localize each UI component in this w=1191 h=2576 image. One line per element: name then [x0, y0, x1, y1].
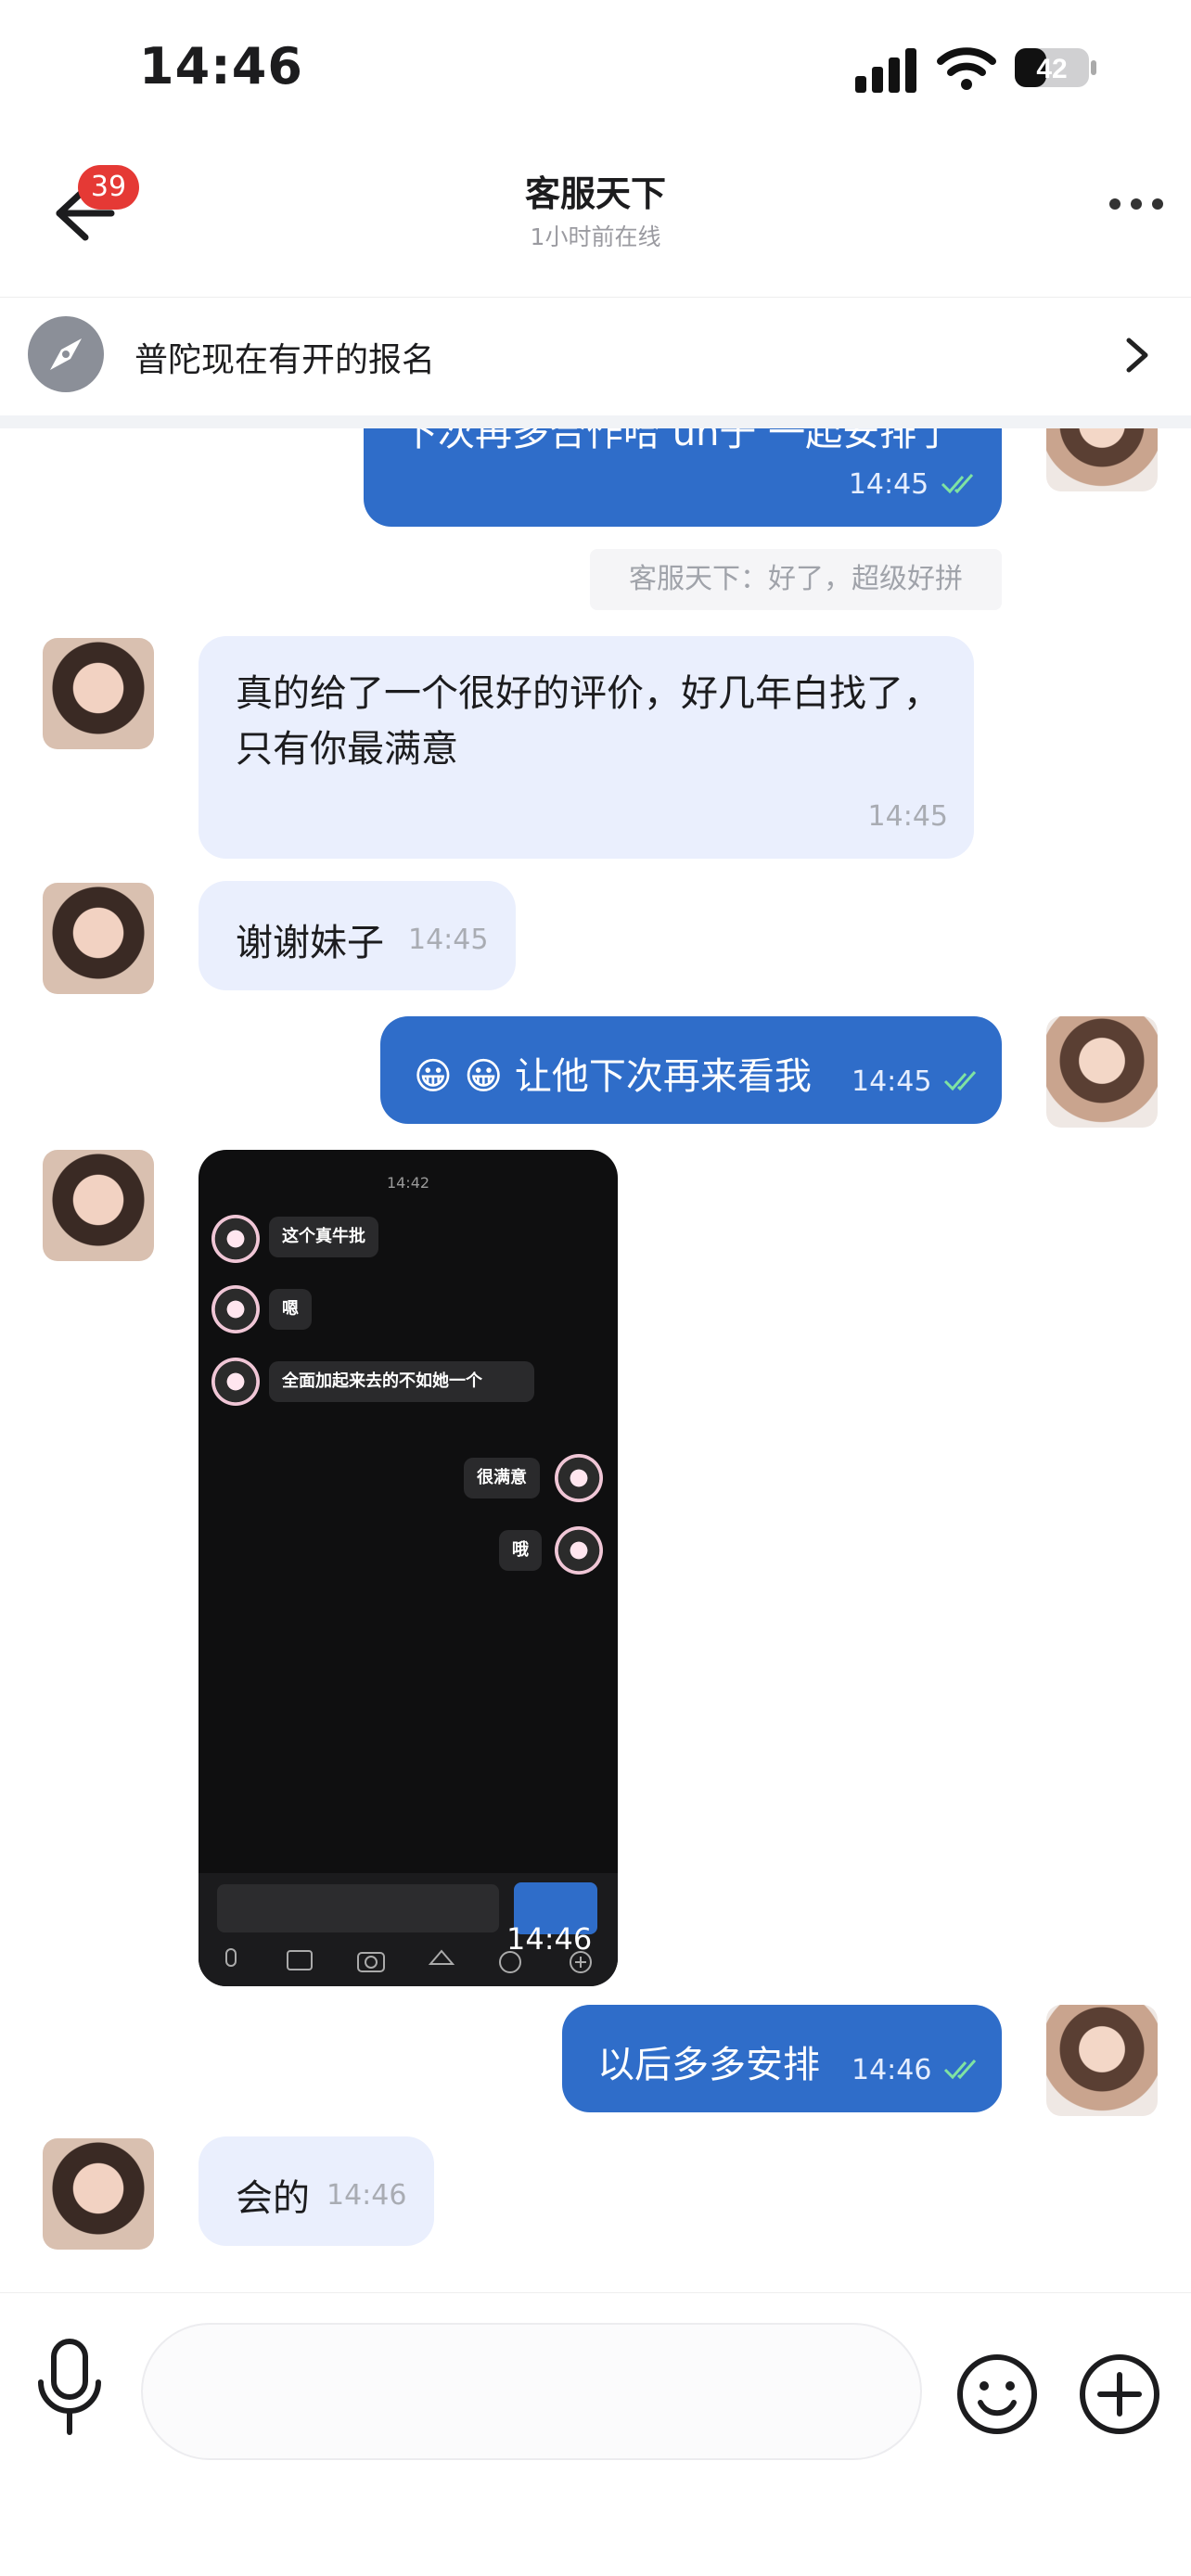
- message-bubble-outgoing[interactable]: 下次再多合作哈 un于 一起安排了 14:45: [364, 428, 1002, 527]
- message-text: 谢谢妹子: [236, 922, 384, 964]
- message-text: 以后多多安排: [597, 2044, 820, 2086]
- message-bubble-outgoing[interactable]: 😀 😀 让他下次再来看我 14:45: [380, 1016, 1002, 1124]
- screenshot-time: 14:42: [386, 1174, 430, 1192]
- last-online-status: 1小时前在线: [530, 223, 661, 250]
- read-receipt-icon: [941, 474, 974, 494]
- avatar[interactable]: [1046, 2005, 1158, 2116]
- avatar[interactable]: [1046, 1016, 1158, 1128]
- avatar: [211, 1285, 260, 1333]
- message-input[interactable]: [141, 2323, 922, 2460]
- compass-icon: [28, 316, 104, 392]
- message-time: 14:46: [852, 2054, 932, 2086]
- avatar[interactable]: [43, 2138, 154, 2250]
- avatar[interactable]: [43, 883, 154, 994]
- message-time: 14:45: [408, 924, 489, 956]
- message-text: 真的给了一个很好的评价，好几年白找了，只有你最满意: [236, 672, 941, 771]
- chevron-right-icon: [1126, 338, 1148, 373]
- screenshot-message: 嗯: [269, 1289, 312, 1330]
- message-time: 14:46: [327, 2179, 407, 2212]
- message-bubble-outgoing[interactable]: 以后多多安排 14:46: [562, 2005, 1002, 2112]
- screenshot-message: 全面加起来去的不如她一个: [269, 1361, 534, 1402]
- avatar[interactable]: [43, 1150, 154, 1261]
- cellular-signal-icon: [855, 48, 916, 93]
- read-receipt-icon: [944, 1071, 977, 1091]
- chat-title: 客服天下: [524, 173, 666, 214]
- message-bubble-incoming[interactable]: 真的给了一个很好的评价，好几年白找了，只有你最满意 14:45: [198, 636, 974, 859]
- message-text: 下次再多合作哈 un于 一起安排了: [401, 428, 954, 454]
- message-time: 14:45: [848, 468, 929, 501]
- message-input-bar: [0, 2292, 1191, 2576]
- plus-icon[interactable]: [1078, 2353, 1161, 2436]
- message-bubble-incoming[interactable]: 会的 14:46: [198, 2136, 434, 2246]
- avatar: [555, 1454, 603, 1502]
- battery-level: 42: [1036, 54, 1067, 84]
- read-receipt-icon: [944, 2060, 977, 2080]
- wifi-icon: [937, 47, 996, 90]
- screenshot-message: 这个真牛批: [269, 1217, 378, 1257]
- message-time: 14:45: [867, 800, 948, 833]
- message-bubble-incoming[interactable]: 谢谢妹子 14:45: [198, 881, 516, 990]
- pinned-divider: [0, 415, 1191, 428]
- microphone-icon[interactable]: [33, 2336, 106, 2438]
- status-bar: 14:46 42: [0, 0, 1191, 139]
- pinned-text: 普陀现在有开的报名: [134, 341, 436, 379]
- avatar[interactable]: [1046, 428, 1158, 491]
- avatar: [555, 1526, 603, 1575]
- avatar: [211, 1358, 260, 1406]
- pinned-announcement[interactable]: 普陀现在有开的报名: [0, 297, 1191, 417]
- avatar: [211, 1215, 260, 1263]
- message-text: 😀 😀 让他下次再来看我: [414, 1055, 812, 1098]
- system-message: 客服天下：好了，超级好拼: [590, 549, 1002, 610]
- battery-icon: 42: [1015, 48, 1096, 87]
- message-time: 14:46: [506, 1921, 593, 1957]
- chat-messages[interactable]: 下次再多合作哈 un于 一起安排了 14:45 客服天下：好了，超级好拼 真的给…: [0, 428, 1191, 2292]
- screenshot-input: [217, 1884, 499, 1932]
- emoji-icon[interactable]: [955, 2353, 1039, 2436]
- more-options-icon[interactable]: [1104, 190, 1169, 218]
- message-time: 14:45: [852, 1065, 932, 1098]
- screenshot-message: 很满意: [464, 1458, 540, 1498]
- message-text: 会的: [236, 2177, 310, 2220]
- image-message[interactable]: 14:42 这个真牛批 嗯 全面加起来去的不如她一个 很满意 哦 14:46: [198, 1150, 618, 1986]
- status-time: 14:46: [139, 37, 303, 96]
- avatar[interactable]: [43, 638, 154, 749]
- screenshot-message: 哦: [499, 1530, 542, 1571]
